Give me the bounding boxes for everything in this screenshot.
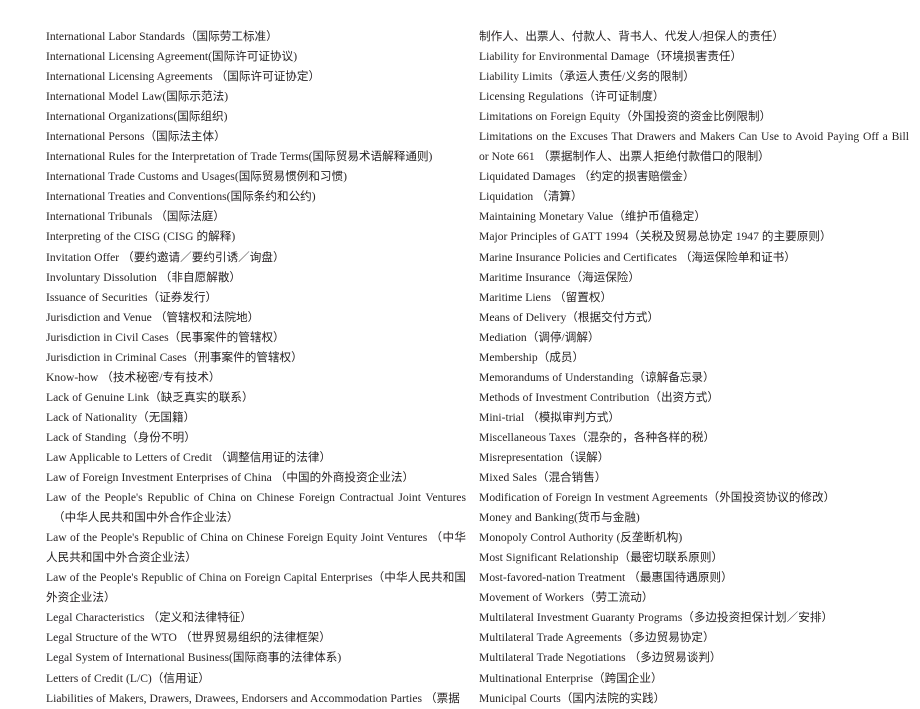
right-column-entry: Multinational Enterprise（跨国企业） bbox=[479, 671, 663, 685]
left-column-entry: Issuance of Securities（证券发行） bbox=[46, 290, 218, 304]
left-column-entry: Legal System of International Business(国… bbox=[46, 651, 342, 665]
right-column-entry: Movement of Workers（劳工流动） bbox=[479, 591, 654, 605]
left-column-entry: Letters of Credit (L/C)（信用证） bbox=[46, 671, 210, 685]
left-column-entry: International Model Law(国际示范法) bbox=[46, 90, 229, 104]
right-column-entry: Limitations on Foreign Equity（外国投资的资金比例限… bbox=[479, 110, 772, 124]
right-column-entry: Mediation（调停/调解） bbox=[479, 330, 600, 344]
left-column-entry: International Rules for the Interpretati… bbox=[46, 150, 433, 164]
right-column-entry: 制作人、出票人、付款人、背书人、代发人/担保人的责任） bbox=[479, 30, 784, 43]
left-column-entry: Lack of Standing（身份不明） bbox=[46, 430, 196, 444]
right-column-entry: Monopoly Control Authority (反垄断机构) bbox=[479, 531, 683, 545]
left-column-entry: Involuntary Dissolution （非自愿解散） bbox=[46, 270, 242, 284]
right-column-entry: Membership（成员） bbox=[479, 350, 585, 364]
left-column-entry: Law of the People's Republic of China on… bbox=[46, 491, 466, 525]
right-column-entry: Liquidation （清算） bbox=[479, 190, 583, 204]
right-column-entry: Marine Insurance Policies and Certificat… bbox=[479, 250, 796, 264]
left-column-entry: Liabilities of Makers, Drawers, Drawees,… bbox=[46, 691, 460, 705]
left-column-entry: Law of the People's Republic of China on… bbox=[46, 571, 466, 605]
left-column-entry: International Licensing Agreement(国际许可证协… bbox=[46, 50, 298, 64]
right-column-entry: Maintaining Monetary Value（维护币值稳定） bbox=[479, 210, 707, 224]
right-column-entry: Money and Banking(货币与金融) bbox=[479, 511, 640, 525]
left-column-entry: Lack of Genuine Link（缺乏真实的联系） bbox=[46, 390, 254, 404]
left-column-entry: Jurisdiction in Civil Cases（民事案件的管辖权） bbox=[46, 330, 285, 344]
right-column-entry: Miscellaneous Taxes（混杂的，各种各样的税） bbox=[479, 430, 716, 444]
right-column-entry: Multilateral Trade Negotiations （多边贸易谈判） bbox=[479, 651, 722, 665]
left-column-entry: Know-how （技术秘密/专有技术） bbox=[46, 370, 221, 384]
right-column-entry: Most Significant Relationship（最密切联系原则） bbox=[479, 551, 724, 565]
left-column-entry: Jurisdiction in Criminal Cases（刑事案件的管辖权） bbox=[46, 350, 303, 364]
left-column-entry: Jurisdiction and Venue （管辖权和法院地） bbox=[46, 310, 260, 324]
right-column-entry: Limitations on the Excuses That Drawers … bbox=[479, 130, 909, 164]
right-column-entry: Liability Limits（承运人责任/义务的限制） bbox=[479, 70, 695, 84]
right-column-entry: Major Principles of GATT 1994（关税及贸易总协定 1… bbox=[479, 230, 832, 244]
right-column-entry: Mini-trial （模拟审判方式） bbox=[479, 410, 621, 424]
left-column-entry: Invitation Offer （要约邀请／要约引诱／询盘） bbox=[46, 250, 285, 264]
left-column-entry: Lack of Nationality（无国籍） bbox=[46, 410, 196, 424]
right-column-entry: Modification of Foreign In vestment Agre… bbox=[479, 491, 836, 505]
right-column-entry: Liquidated Damages （约定的损害赔偿金） bbox=[479, 170, 695, 184]
right-column: 制作人、出票人、付款人、背书人、代发人/担保人的责任） Liability for… bbox=[479, 0, 920, 709]
right-column-entry: Methods of Investment Contribution（出资方式） bbox=[479, 390, 719, 404]
document-page: International Labor Standards（国际劳工标准） Int… bbox=[0, 0, 920, 705]
left-column: International Labor Standards（国际劳工标准） Int… bbox=[0, 0, 479, 709]
right-column-entry: Memorandums of Understanding（谅解备忘录） bbox=[479, 370, 715, 384]
right-column-entry: Means of Delivery（根据交付方式） bbox=[479, 310, 660, 324]
left-column-entry: International Labor Standards（国际劳工标准） bbox=[46, 30, 278, 43]
left-column-entry: International Licensing Agreements （国际许可… bbox=[46, 70, 321, 84]
right-column-entry: Mixed Sales（混合销售） bbox=[479, 471, 607, 485]
left-column-entry: Interpreting of the CISG (CISG 的解释) bbox=[46, 230, 236, 244]
left-column-entry: Legal Characteristics （定义和法律特征） bbox=[46, 611, 252, 625]
right-column-entry: Maritime Insurance（海运保险） bbox=[479, 270, 641, 284]
right-column-entry: Misrepresentation（误解） bbox=[479, 450, 610, 464]
right-column-entry: Licensing Regulations（许可证制度） bbox=[479, 90, 665, 104]
left-column-entry: International Persons（国际法主体） bbox=[46, 130, 226, 144]
left-column-entry: Law Applicable to Letters of Credit （调整信… bbox=[46, 450, 332, 464]
right-column-entry: Liability for Environmental Damage（环境损害责… bbox=[479, 50, 743, 64]
left-column-entry: International Trade Customs and Usages(国… bbox=[46, 170, 348, 184]
right-column-entry: Multilateral Trade Agreements（多边贸易协定） bbox=[479, 631, 715, 645]
left-column-entry: Law of Foreign Investment Enterprises of… bbox=[46, 471, 415, 485]
right-column-entry: Multilateral Investment Guaranty Program… bbox=[479, 611, 834, 625]
right-column-entry: Most-favored-nation Treatment （最惠国待遇原则） bbox=[479, 571, 733, 585]
two-column-layout: International Labor Standards（国际劳工标准） Int… bbox=[0, 0, 920, 705]
left-column-entry: International Treaties and Conventions(国… bbox=[46, 190, 316, 204]
right-column-entry: Municipal Courts（国内法院的实践） bbox=[479, 691, 666, 705]
left-column-entry: Law of the People's Republic of China on… bbox=[46, 531, 466, 565]
left-column-entry: International Organizations(国际组织) bbox=[46, 110, 228, 124]
left-column-entry: International Tribunals （国际法庭） bbox=[46, 210, 225, 224]
right-column-entry: Maritime Liens （留置权） bbox=[479, 290, 613, 304]
left-column-entry: Legal Structure of the WTO （世界贸易组织的法律框架） bbox=[46, 631, 331, 645]
